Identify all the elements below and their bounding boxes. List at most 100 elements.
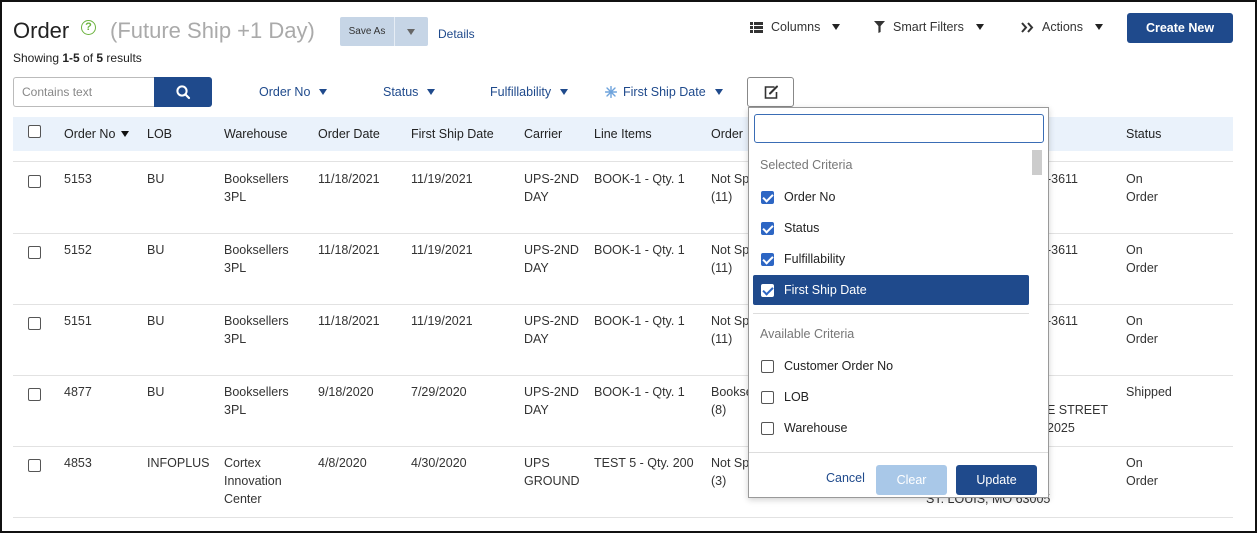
cell-order: Not Sp (3) <box>711 456 750 488</box>
caret-down-icon <box>832 24 841 30</box>
row-divider <box>13 375 1233 376</box>
columns-button[interactable]: Columns <box>750 20 841 34</box>
criteria-option-lob[interactable]: LOB <box>753 382 1029 412</box>
cell-order-no[interactable]: 5153 <box>64 170 92 188</box>
snowflake-icon <box>605 86 617 98</box>
cell-address: 6-3611 <box>1040 243 1078 257</box>
checkbox[interactable] <box>761 221 774 235</box>
cell-warehouse: Booksellers 3PL <box>224 243 289 275</box>
row-divider <box>13 233 1233 234</box>
filter-fulfillability[interactable]: Fulfillability <box>490 85 569 99</box>
column-header-lob[interactable]: LOB <box>147 127 172 141</box>
row-checkbox[interactable] <box>28 459 41 472</box>
selected-criteria-header: Selected Criteria <box>760 158 853 172</box>
cell-order-no[interactable]: 4853 <box>64 454 92 472</box>
criteria-option-customer-order-no[interactable]: Customer Order No <box>753 351 1029 381</box>
create-new-button[interactable]: Create New <box>1127 13 1233 43</box>
caret-down-icon <box>714 89 723 95</box>
cell-order-no[interactable]: 5152 <box>64 241 92 259</box>
column-header-status[interactable]: Status <box>1126 127 1161 141</box>
smart-filters-button[interactable]: Smart Filters <box>874 20 984 34</box>
scrollbar-thumb[interactable] <box>1032 150 1042 175</box>
criteria-option-fulfillability[interactable]: Fulfillability <box>753 244 1029 274</box>
page-title: Order <box>13 18 70 43</box>
cell-carrier: UPS GROUND <box>524 456 580 488</box>
actions-button[interactable]: Actions <box>1021 20 1103 34</box>
criteria-option-warehouse[interactable]: Warehouse <box>753 413 1029 443</box>
row-divider <box>13 304 1233 305</box>
search-button[interactable] <box>154 77 212 107</box>
caret-down-icon <box>427 89 436 95</box>
cell-line-items: BOOK-1 - Qty. 1 <box>594 385 685 399</box>
clear-button[interactable]: Clear <box>876 465 947 495</box>
details-link[interactable]: Details <box>438 27 475 41</box>
criteria-dropdown: Selected Criteria Order No Status Fulfil… <box>748 107 1049 498</box>
criteria-option-order-no[interactable]: Order No <box>753 182 1029 212</box>
column-header-line-items[interactable]: Line Items <box>594 127 652 141</box>
cell-status: On Order <box>1126 314 1158 346</box>
cell-first-ship-date: 11/19/2021 <box>411 243 473 257</box>
actions-label: Actions <box>1042 20 1083 34</box>
checkbox[interactable] <box>761 252 774 266</box>
divider <box>753 313 1029 314</box>
row-divider <box>13 517 1233 518</box>
column-header-order-date[interactable]: Order Date <box>318 127 380 141</box>
checkbox[interactable] <box>761 421 774 435</box>
help-icon[interactable]: ? <box>81 20 96 35</box>
cell-lob: BU <box>147 385 165 399</box>
column-header-order[interactable]: Order <box>711 127 743 141</box>
column-header-first-ship-date[interactable]: First Ship Date <box>411 127 494 141</box>
criteria-search-input[interactable] <box>754 114 1044 143</box>
cell-address: 6-3611 <box>1040 172 1078 186</box>
cell-order: Not Sp (11) <box>711 243 750 275</box>
filter-order-no[interactable]: Order No <box>259 85 328 99</box>
cell-warehouse: Booksellers 3PL <box>224 385 289 417</box>
checkbox[interactable] <box>761 390 774 404</box>
checkbox[interactable] <box>761 283 774 297</box>
columns-label: Columns <box>771 20 821 34</box>
cell-order: Not Sp (11) <box>711 314 750 346</box>
update-button[interactable]: Update <box>956 465 1037 495</box>
save-as-dropdown-toggle[interactable] <box>395 17 428 46</box>
cell-order-date: 9/18/2020 <box>318 385 374 399</box>
filter-status[interactable]: Status <box>383 85 436 99</box>
edit-criteria-button[interactable] <box>747 77 794 107</box>
criteria-option-first-ship-date[interactable]: First Ship Date <box>753 275 1029 305</box>
checkbox[interactable] <box>761 359 774 373</box>
cell-warehouse: Booksellers 3PL <box>224 172 289 204</box>
cell-order-date: 11/18/2021 <box>318 172 380 186</box>
cell-order-no[interactable]: 4877 <box>64 383 92 401</box>
row-checkbox[interactable] <box>28 317 41 330</box>
filter-first-ship-date[interactable]: First Ship Date <box>605 85 723 99</box>
cell-order-date: 11/18/2021 <box>318 314 380 328</box>
cancel-button[interactable]: Cancel <box>826 471 865 485</box>
caret-down-icon <box>975 24 984 30</box>
search-input[interactable] <box>13 77 154 107</box>
cell-first-ship-date: 7/29/2020 <box>411 385 467 399</box>
column-header-carrier[interactable]: Carrier <box>524 127 562 141</box>
caret-down-icon <box>1095 24 1103 30</box>
results-count: Showing 1-5 of 5 results <box>13 51 142 65</box>
cell-lob: BU <box>147 314 165 328</box>
cell-lob: BU <box>147 172 165 186</box>
caret-down-icon <box>560 89 569 95</box>
save-as-label[interactable]: Save As <box>340 17 395 46</box>
row-checkbox[interactable] <box>28 388 41 401</box>
cell-line-items: BOOK-1 - Qty. 1 <box>594 172 685 186</box>
double-chevron-right-icon <box>1021 21 1034 33</box>
dropdown-footer: Cancel Clear Update <box>749 452 1048 497</box>
column-header-warehouse[interactable]: Warehouse <box>224 127 287 141</box>
row-checkbox[interactable] <box>28 175 41 188</box>
row-checkbox[interactable] <box>28 246 41 259</box>
row-divider <box>13 446 1233 447</box>
cell-order: Not Sp (11) <box>711 172 750 204</box>
select-all-checkbox[interactable] <box>28 125 41 138</box>
cell-carrier: UPS-2ND DAY <box>524 314 579 346</box>
checkbox[interactable] <box>761 190 774 204</box>
criteria-option-status[interactable]: Status <box>753 213 1029 243</box>
column-header-order-no[interactable]: Order No <box>64 127 130 141</box>
cell-order-date: 11/18/2021 <box>318 243 380 257</box>
save-as-button[interactable]: Save As <box>340 17 428 46</box>
cell-first-ship-date: 11/19/2021 <box>411 314 473 328</box>
cell-order-no[interactable]: 5151 <box>64 312 92 330</box>
